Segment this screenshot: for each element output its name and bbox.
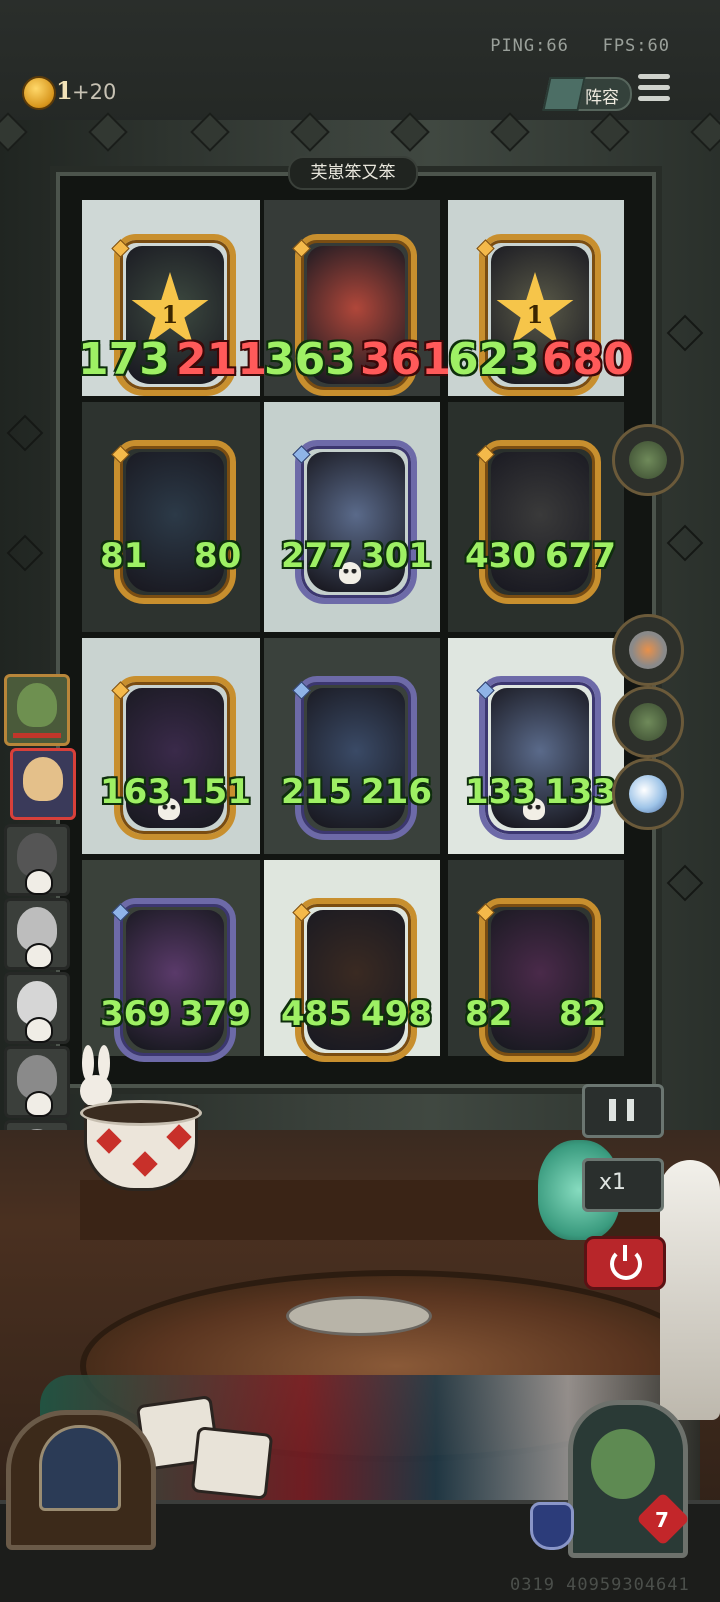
opponent-portrait-eliminated[interactable]: [4, 1046, 70, 1118]
opponent-portrait-eliminated[interactable]: [4, 824, 70, 896]
unit-health: 82: [559, 994, 607, 1036]
unit-card[interactable]: [111, 440, 236, 604]
crystal-orb-icon: [629, 775, 667, 813]
elf-avatar: [591, 1429, 655, 1499]
opponent-name: 芙崽笨又笨: [288, 156, 418, 190]
unit-health: 498: [361, 994, 432, 1036]
speed-button[interactable]: x1: [582, 1158, 664, 1212]
unit-attack: 623: [448, 334, 540, 385]
unit-attack: 485: [277, 994, 352, 1036]
match-id: 0319 40959304641: [510, 1575, 690, 1595]
unit-attack: 133: [461, 772, 536, 814]
chess-king-piece: [660, 1160, 720, 1420]
lighter-icon: [629, 631, 667, 669]
shield-icon: [530, 1502, 574, 1550]
unit-health: 151: [180, 772, 251, 814]
shop-cabinet[interactable]: [6, 1410, 156, 1550]
quit-button[interactable]: [584, 1236, 666, 1290]
opponent-portrait[interactable]: [4, 674, 70, 746]
unit-attack: 163: [96, 772, 171, 814]
unit-health: 133: [545, 772, 616, 814]
unit-attack: 369: [96, 994, 171, 1036]
unit-health: 680: [542, 334, 634, 385]
lineup-button[interactable]: 阵容: [542, 77, 632, 111]
skull-icon: [25, 943, 53, 969]
opponent-portrait-eliminated[interactable]: [4, 972, 70, 1044]
network-status: PING:66 FPS:60: [490, 36, 670, 56]
pause-icon: [609, 1099, 616, 1121]
skull-icon: [25, 1017, 53, 1043]
hamburger-icon: [638, 74, 670, 79]
orb-item-button[interactable]: [612, 758, 684, 830]
ping-readout: PING:66: [490, 36, 569, 56]
unit-health: 211: [176, 334, 268, 385]
unit-attack: 81: [95, 536, 148, 578]
unit-health: 379: [180, 994, 251, 1036]
unit-health: 677: [545, 536, 616, 578]
coin-count: 1: [56, 76, 73, 105]
fps-readout: FPS:60: [602, 36, 670, 56]
menu-button[interactable]: [638, 74, 670, 108]
unit-card[interactable]: [476, 440, 601, 604]
unit-attack: 215: [277, 772, 352, 814]
lineup-label: 阵容: [585, 88, 619, 108]
unit-attack: 430: [461, 536, 536, 578]
bonsai-icon: [629, 441, 667, 479]
opponent-portrait-eliminated[interactable]: [4, 898, 70, 970]
unit-health: 361: [360, 334, 452, 385]
unit-card[interactable]: [292, 676, 417, 840]
cabinet-glass: [39, 1425, 121, 1511]
bonsai-item-button[interactable]: [612, 424, 684, 496]
health-bar: [13, 733, 61, 738]
unit-attack: 82: [460, 994, 513, 1036]
girl-avatar: [23, 757, 63, 801]
unit-card[interactable]: [111, 898, 236, 1062]
coin-icon: [22, 76, 56, 110]
lighter-item-button[interactable]: [612, 614, 684, 686]
unit-attack: 173: [78, 334, 170, 385]
unit-attack: 363: [264, 334, 356, 385]
coin-bonus: +20: [72, 80, 117, 104]
bonsai-icon: [629, 703, 667, 741]
opponent-portrait-selected[interactable]: [10, 748, 76, 820]
skull-icon: [25, 869, 53, 895]
wall-trim: [0, 112, 720, 152]
teacup-rim: [80, 1100, 202, 1126]
unit-card[interactable]: [476, 898, 601, 1062]
unit-health: 80: [194, 536, 242, 578]
unit-health: 301: [361, 536, 432, 578]
pause-button[interactable]: [582, 1084, 664, 1138]
roulette-hub: [286, 1296, 432, 1336]
skull-icon: [25, 1091, 53, 1117]
player-lives: 7: [655, 1508, 669, 1532]
speed-label: x1: [599, 1170, 627, 1195]
dice: [190, 1426, 274, 1500]
bonsai-item-button[interactable]: [612, 686, 684, 758]
elf-avatar: [17, 683, 57, 727]
unit-attack: 277: [277, 536, 352, 578]
book-icon: [542, 77, 586, 111]
unit-card[interactable]: [292, 898, 417, 1062]
unit-health: 216: [361, 772, 432, 814]
